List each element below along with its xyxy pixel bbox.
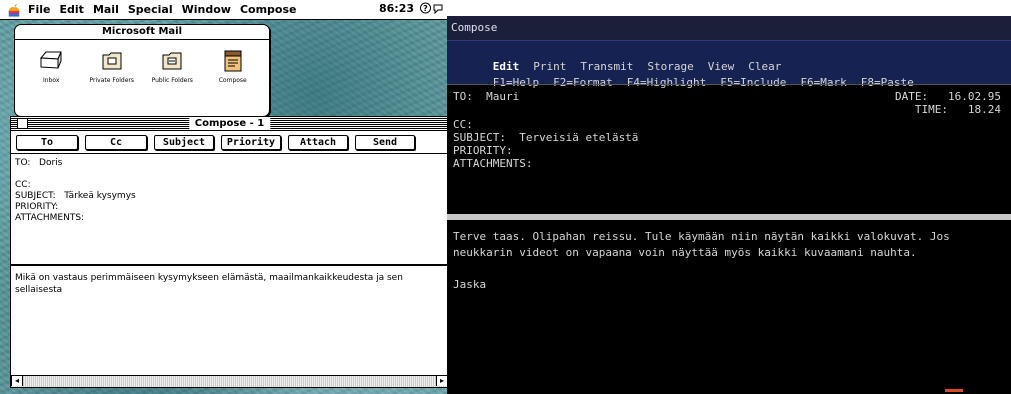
subject-button[interactable]: Subject [154,134,214,150]
menu-edit[interactable]: Edit [60,3,84,16]
status-mark [945,389,963,392]
term-menu-clear[interactable]: Clear [748,60,781,73]
compose-button[interactable]: Compose [203,48,263,84]
menu-mail[interactable]: Mail [93,3,119,16]
apple-menu-icon[interactable] [6,3,22,17]
term-menu-transmit[interactable]: Transmit [580,60,633,73]
public-folders-button[interactable]: Public Folders [142,48,202,84]
compose-window: Compose - 1 To Cc Subject Priority Attac… [10,116,449,388]
term-cc-field[interactable]: CC: [453,118,473,131]
term-to-field[interactable]: TO: Mauri [453,90,519,103]
terminal-header-fields[interactable]: TO: Mauri DATE: 16.02.95 TIME: 18.24 CC:… [447,84,1011,215]
compose-pad-icon [224,50,242,72]
menu-special[interactable]: Special [128,3,173,16]
mail-window-title: Microsoft Mail [15,25,269,40]
term-date: DATE: 16.02.95 [895,90,1001,103]
priority-button[interactable]: Priority [221,134,281,150]
mac-screen: File Edit Mail Special Window Compose 86… [0,0,449,394]
private-folders-button[interactable]: Private Folders [82,48,142,84]
application-menu-icon[interactable] [432,2,445,15]
to-field[interactable]: TO: Doris [15,158,444,169]
inbox-button[interactable]: Inbox [21,48,81,84]
close-box-icon[interactable] [17,118,28,129]
attach-button[interactable]: Attach [288,134,348,150]
compose-header-fields[interactable]: TO: Doris CC: SUBJECT: Tärkeä kysymys PR… [11,154,448,266]
folder-icon [102,52,122,70]
term-time: TIME: 18.24 [914,103,1001,116]
help-balloon-icon[interactable]: ? [419,2,432,15]
compose-toolbar: To Cc Subject Priority Attach Send [11,131,448,154]
compose-titlebar[interactable]: Compose - 1 [11,117,448,131]
menubar-clock: 86:23 [378,2,414,15]
menu-compose[interactable]: Compose [240,3,297,16]
terminal-menu-area: Edit Print Transmit Storage View Clear F1=Hel… [447,40,1011,89]
private-folders-label: Private Folders [89,77,135,84]
svg-text:?: ? [423,4,428,13]
term-subject-field[interactable]: SUBJECT: Terveisiä etelästä [453,131,638,144]
term-menu-print[interactable]: Print [533,60,566,73]
attachments-field[interactable]: ATTACHMENTS: [15,213,444,224]
term-message-body[interactable]: Terve taas. Olipahan reissu. Tule käymää… [447,220,1011,302]
term-menu-storage[interactable]: Storage [647,60,693,73]
scroll-left-arrow-icon[interactable]: ◂ [11,376,23,386]
cc-button[interactable]: Cc [85,134,147,150]
subject-field[interactable]: SUBJECT: Tärkeä kysymys [15,191,444,202]
folder-icon [162,52,182,70]
inbox-label: Inbox [43,77,60,84]
term-attachments-field[interactable]: ATTACHMENTS: [453,157,532,170]
message-body-textarea[interactable]: Mikä on vastaus perimmäiseen kysymykseen… [11,266,448,371]
mac-menubar: File Edit Mail Special Window Compose 86… [0,0,449,20]
public-folders-label: Public Folders [151,77,193,84]
term-priority-field[interactable]: PRIORITY: [453,144,513,157]
cc-field[interactable]: CC: [15,180,444,191]
compose-window-title: Compose - 1 [188,117,271,130]
term-menu-view[interactable]: View [708,60,735,73]
priority-field[interactable]: PRIORITY: [15,202,444,213]
send-button[interactable]: Send [355,134,415,150]
horizontal-scrollbar[interactable]: ◂ ▸ [11,375,448,387]
term-menu-edit[interactable]: Edit [493,60,520,73]
menu-file[interactable]: File [28,3,51,16]
inbox-tray-icon [40,51,63,69]
compose-label: Compose [218,77,247,84]
terminal-title: Compose [447,16,1011,40]
terminal-screen: Compose Edit Print Transmit Storage View Clea… [447,16,1011,394]
menu-window[interactable]: Window [182,3,231,16]
to-button[interactable]: To [16,134,78,150]
microsoft-mail-window: Microsoft Mail Inbox Private Folders Pub… [14,24,270,117]
